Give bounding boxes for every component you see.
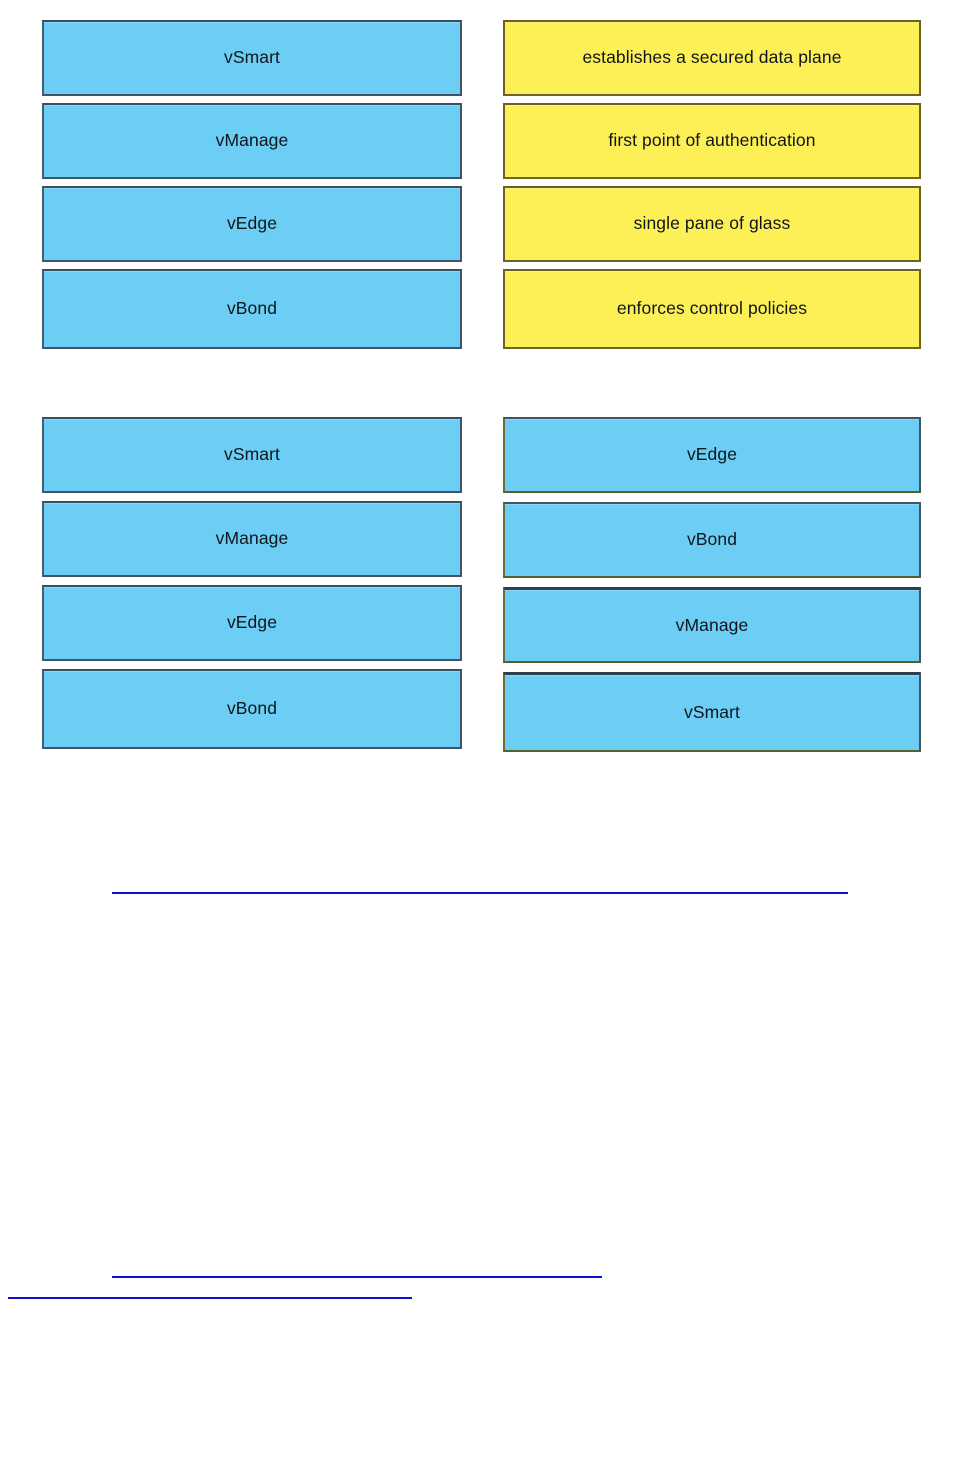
description-tile-first-point-authentication[interactable]: first point of authentication: [503, 103, 921, 179]
component-tile-vedge-bottom[interactable]: vEdge: [42, 585, 462, 661]
hyperlink-primary[interactable]: [112, 892, 848, 894]
component-tile-vbond-top[interactable]: vBond: [42, 269, 462, 349]
description-tile-label: single pane of glass: [633, 213, 791, 234]
component-tile-vmanage-bottom[interactable]: vManage: [42, 501, 462, 577]
component-tiles-bottom-group: vSmart vManage vEdge vBond: [42, 417, 462, 749]
answer-tile-vmanage[interactable]: vManage: [503, 587, 921, 663]
answer-tile-vedge[interactable]: vEdge: [503, 417, 921, 493]
component-tile-label: vManage: [215, 528, 289, 549]
description-tile-label: establishes a secured data plane: [582, 47, 842, 68]
answer-tile-vbond[interactable]: vBond: [503, 502, 921, 578]
answer-tiles-group: vEdge vBond vManage vSmart: [503, 417, 921, 752]
component-tile-label: vSmart: [223, 444, 281, 465]
answer-tile-label: vBond: [686, 529, 738, 550]
component-tile-label: vBond: [226, 298, 278, 319]
component-tile-vsmart-bottom[interactable]: vSmart: [42, 417, 462, 493]
description-tile-secured-data-plane[interactable]: establishes a secured data plane: [503, 20, 921, 96]
component-tile-label: vEdge: [226, 213, 278, 234]
component-tile-vsmart-top[interactable]: vSmart: [42, 20, 462, 96]
answer-tile-label: vSmart: [683, 701, 741, 722]
answer-tile-label: vManage: [675, 614, 749, 635]
component-tiles-top-group: vSmart vManage vEdge vBond: [42, 20, 462, 349]
component-tile-label: vManage: [215, 130, 289, 151]
component-tile-label: vBond: [226, 698, 278, 719]
description-tile-single-pane-of-glass[interactable]: single pane of glass: [503, 186, 921, 262]
component-tile-label: vEdge: [226, 612, 278, 633]
answer-tile-label: vEdge: [686, 444, 738, 465]
description-tile-label: enforces control policies: [616, 298, 808, 319]
component-tile-vmanage-top[interactable]: vManage: [42, 103, 462, 179]
description-tile-enforces-control-policies[interactable]: enforces control policies: [503, 269, 921, 349]
description-tile-label: first point of authentication: [608, 130, 816, 151]
component-tile-vbond-bottom[interactable]: vBond: [42, 669, 462, 749]
component-tile-label: vSmart: [223, 47, 281, 68]
component-tile-vedge-top[interactable]: vEdge: [42, 186, 462, 262]
hyperlink-tertiary[interactable]: [8, 1297, 412, 1299]
page-root: { "page": { "width": 964, "height": 1458…: [0, 0, 964, 1458]
answer-tile-vsmart[interactable]: vSmart: [503, 672, 921, 752]
hyperlink-secondary[interactable]: [112, 1276, 602, 1278]
description-tiles-group: establishes a secured data plane first p…: [503, 20, 921, 349]
